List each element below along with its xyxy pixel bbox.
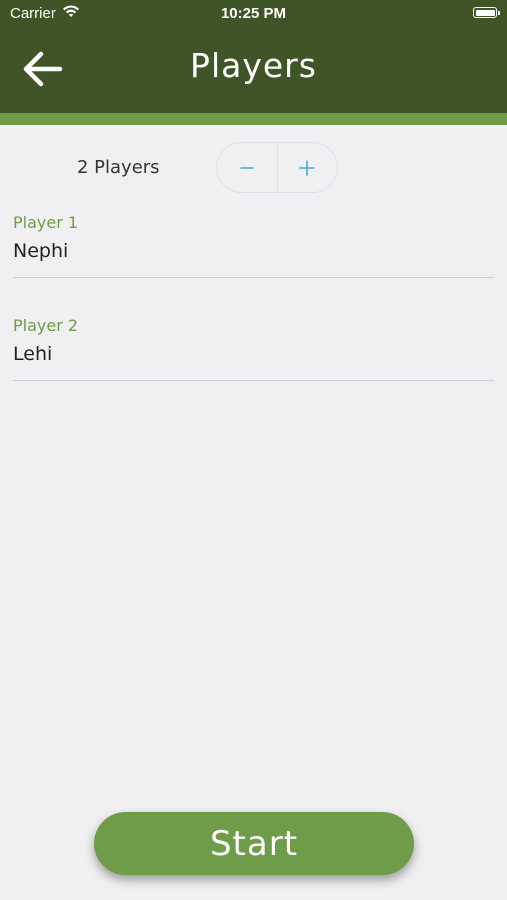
player-1-name-input[interactable]: Nephi [13,240,494,266]
page-title: Players [190,46,317,85]
player-1-label: Player 1 [13,213,79,232]
players-count-label: 2 Players [77,157,160,178]
nav-bar-accent-stripe [0,113,507,125]
status-bar: Carrier 10:25 PM [0,0,507,28]
decrement-button[interactable] [217,143,277,192]
player-2-underline [13,380,494,381]
status-time: 10:25 PM [220,5,287,22]
player-1-field[interactable]: Player 1 Nephi [13,213,494,278]
players-count-stepper [216,142,338,193]
battery-icon [473,7,500,18]
increment-button[interactable] [277,143,337,192]
minus-icon [240,166,254,169]
plus-icon [299,159,315,176]
player-2-field[interactable]: Player 2 Lehi [13,316,494,381]
player-2-name-input[interactable]: Lehi [13,343,494,369]
player-2-label: Player 2 [13,316,79,335]
player-1-underline [13,277,494,278]
start-button[interactable]: Start [94,812,414,875]
